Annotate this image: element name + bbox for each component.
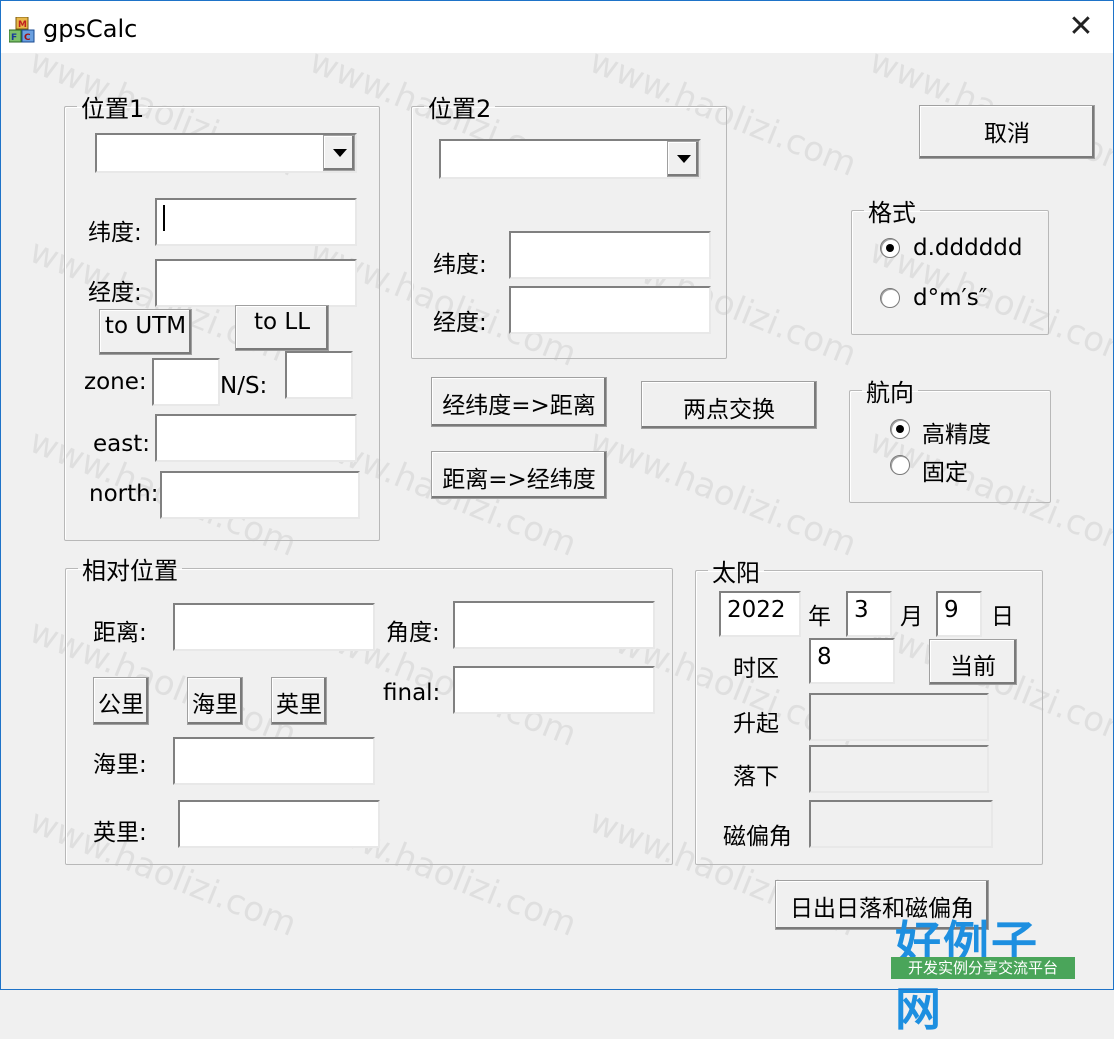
group-position-2-legend: 位置2 [428,95,492,123]
svg-text:C: C [24,33,31,43]
year-label: 年 [808,604,831,630]
nautical-mile-field[interactable] [173,737,375,785]
north-field[interactable] [160,471,360,519]
final-label: final: [383,680,441,706]
month-field[interactable]: 3 [846,591,892,637]
svg-text:M: M [18,20,27,30]
app-icon: M F C [8,16,35,43]
format-radio-decimal[interactable] [880,238,900,258]
zone-field[interactable] [152,358,220,406]
swap-points-button[interactable]: 两点交换 [641,381,817,429]
watermark: www.haolizi.com [583,421,863,565]
declination-label: 磁偏角 [723,824,792,850]
timezone-field[interactable]: 8 [809,638,895,684]
mile-button[interactable]: 英里 [271,677,327,725]
heading-radio-fixed[interactable] [890,455,910,475]
swap-points-label: 两点交换 [683,397,775,423]
cancel-button[interactable]: 取消 [919,105,1095,159]
position-1-lat-field[interactable] [155,198,357,246]
heading-radio-precise[interactable] [890,419,910,439]
nautical-mile-result-label: 海里: [93,752,147,778]
position-1-lat-label: 纬度: [88,220,142,246]
sunrise-field[interactable] [809,693,989,741]
sunset-label: 落下 [733,764,779,790]
to-ll-label: to LL [253,309,311,335]
watermark-logo: 好例子网 开发实例分享交流平台 [889,907,1079,1036]
zone-label: zone: [84,369,147,395]
group-format: 格式 [851,193,1049,335]
angle-field[interactable] [453,601,655,649]
position-2-lat-field[interactable] [509,231,711,279]
mile-field[interactable] [178,800,380,848]
east-label: east: [93,431,150,457]
month-label: 月 [900,604,923,630]
position-1-lon-label: 经度: [88,280,142,306]
final-field[interactable] [453,666,655,714]
year-field[interactable]: 2022 [719,591,801,637]
position-1-combo[interactable] [95,133,357,173]
title-bar: M F C gpsCalc ✕ [1,1,1113,53]
now-button[interactable]: 当前 [929,639,1017,685]
distance-to-ll-label: 距离=>经纬度 [442,467,596,493]
group-position-1-legend: 位置1 [81,95,145,123]
distance-field[interactable] [173,603,375,651]
logo-subtitle: 开发实例分享交流平台 [891,957,1075,979]
to-ll-button[interactable]: to LL [235,305,329,351]
format-radio-dms[interactable] [880,288,900,308]
distance-to-ll-button[interactable]: 距离=>经纬度 [431,451,607,499]
nautical-mile-label: 海里 [192,692,238,718]
day-label: 日 [991,604,1014,630]
cancel-label: 取消 [984,121,1030,147]
sunrise-label: 升起 [733,711,779,737]
group-sun-legend: 太阳 [712,559,760,587]
to-utm-button[interactable]: to UTM [99,309,192,355]
km-button[interactable]: 公里 [93,677,149,725]
now-label: 当前 [950,654,996,680]
close-icon[interactable]: ✕ [1063,9,1099,45]
group-heading-legend: 航向 [866,379,914,407]
group-format-legend: 格式 [868,199,916,227]
east-field[interactable] [155,414,357,462]
mile-label: 英里 [276,692,322,718]
declination-field[interactable] [809,800,993,848]
position-2-lat-label: 纬度: [433,252,487,278]
ll-to-distance-button[interactable]: 经纬度=>距离 [431,377,607,427]
to-utm-label: to UTM [104,313,187,339]
km-label: 公里 [98,692,144,718]
chevron-down-icon[interactable] [323,135,355,171]
distance-label: 距离: [93,620,147,646]
text-caret [163,204,165,231]
ns-field[interactable] [285,351,353,399]
mile-result-label: 英里: [93,820,147,846]
position-2-lon-field[interactable] [509,286,711,334]
ns-label: N/S: [220,373,268,399]
chevron-down-icon[interactable] [667,141,699,177]
position-2-combo[interactable] [439,139,701,179]
window-title: gpsCalc [43,15,138,43]
day-field[interactable]: 9 [936,591,982,637]
group-relative-position-legend: 相对位置 [82,557,178,585]
position-2-lon-label: 经度: [433,310,487,336]
heading-option-precise[interactable]: 高精度 [922,415,991,449]
timezone-label: 时区 [733,656,779,682]
ll-to-distance-label: 经纬度=>距离 [442,393,596,419]
dialog-client: www.haolizi.com www.haolizi.com www.haol… [1,41,1114,1036]
nautical-mile-button[interactable]: 海里 [187,677,243,725]
sunset-field[interactable] [809,745,989,793]
format-option-decimal[interactable]: d.dddddd [913,235,1023,261]
angle-label: 角度: [386,620,440,646]
svg-text:F: F [11,33,17,43]
heading-option-fixed[interactable]: 固定 [922,453,968,487]
format-option-dms[interactable]: d°m′s″ [913,285,987,311]
north-label: north: [89,481,159,507]
position-1-lon-field[interactable] [155,259,357,307]
